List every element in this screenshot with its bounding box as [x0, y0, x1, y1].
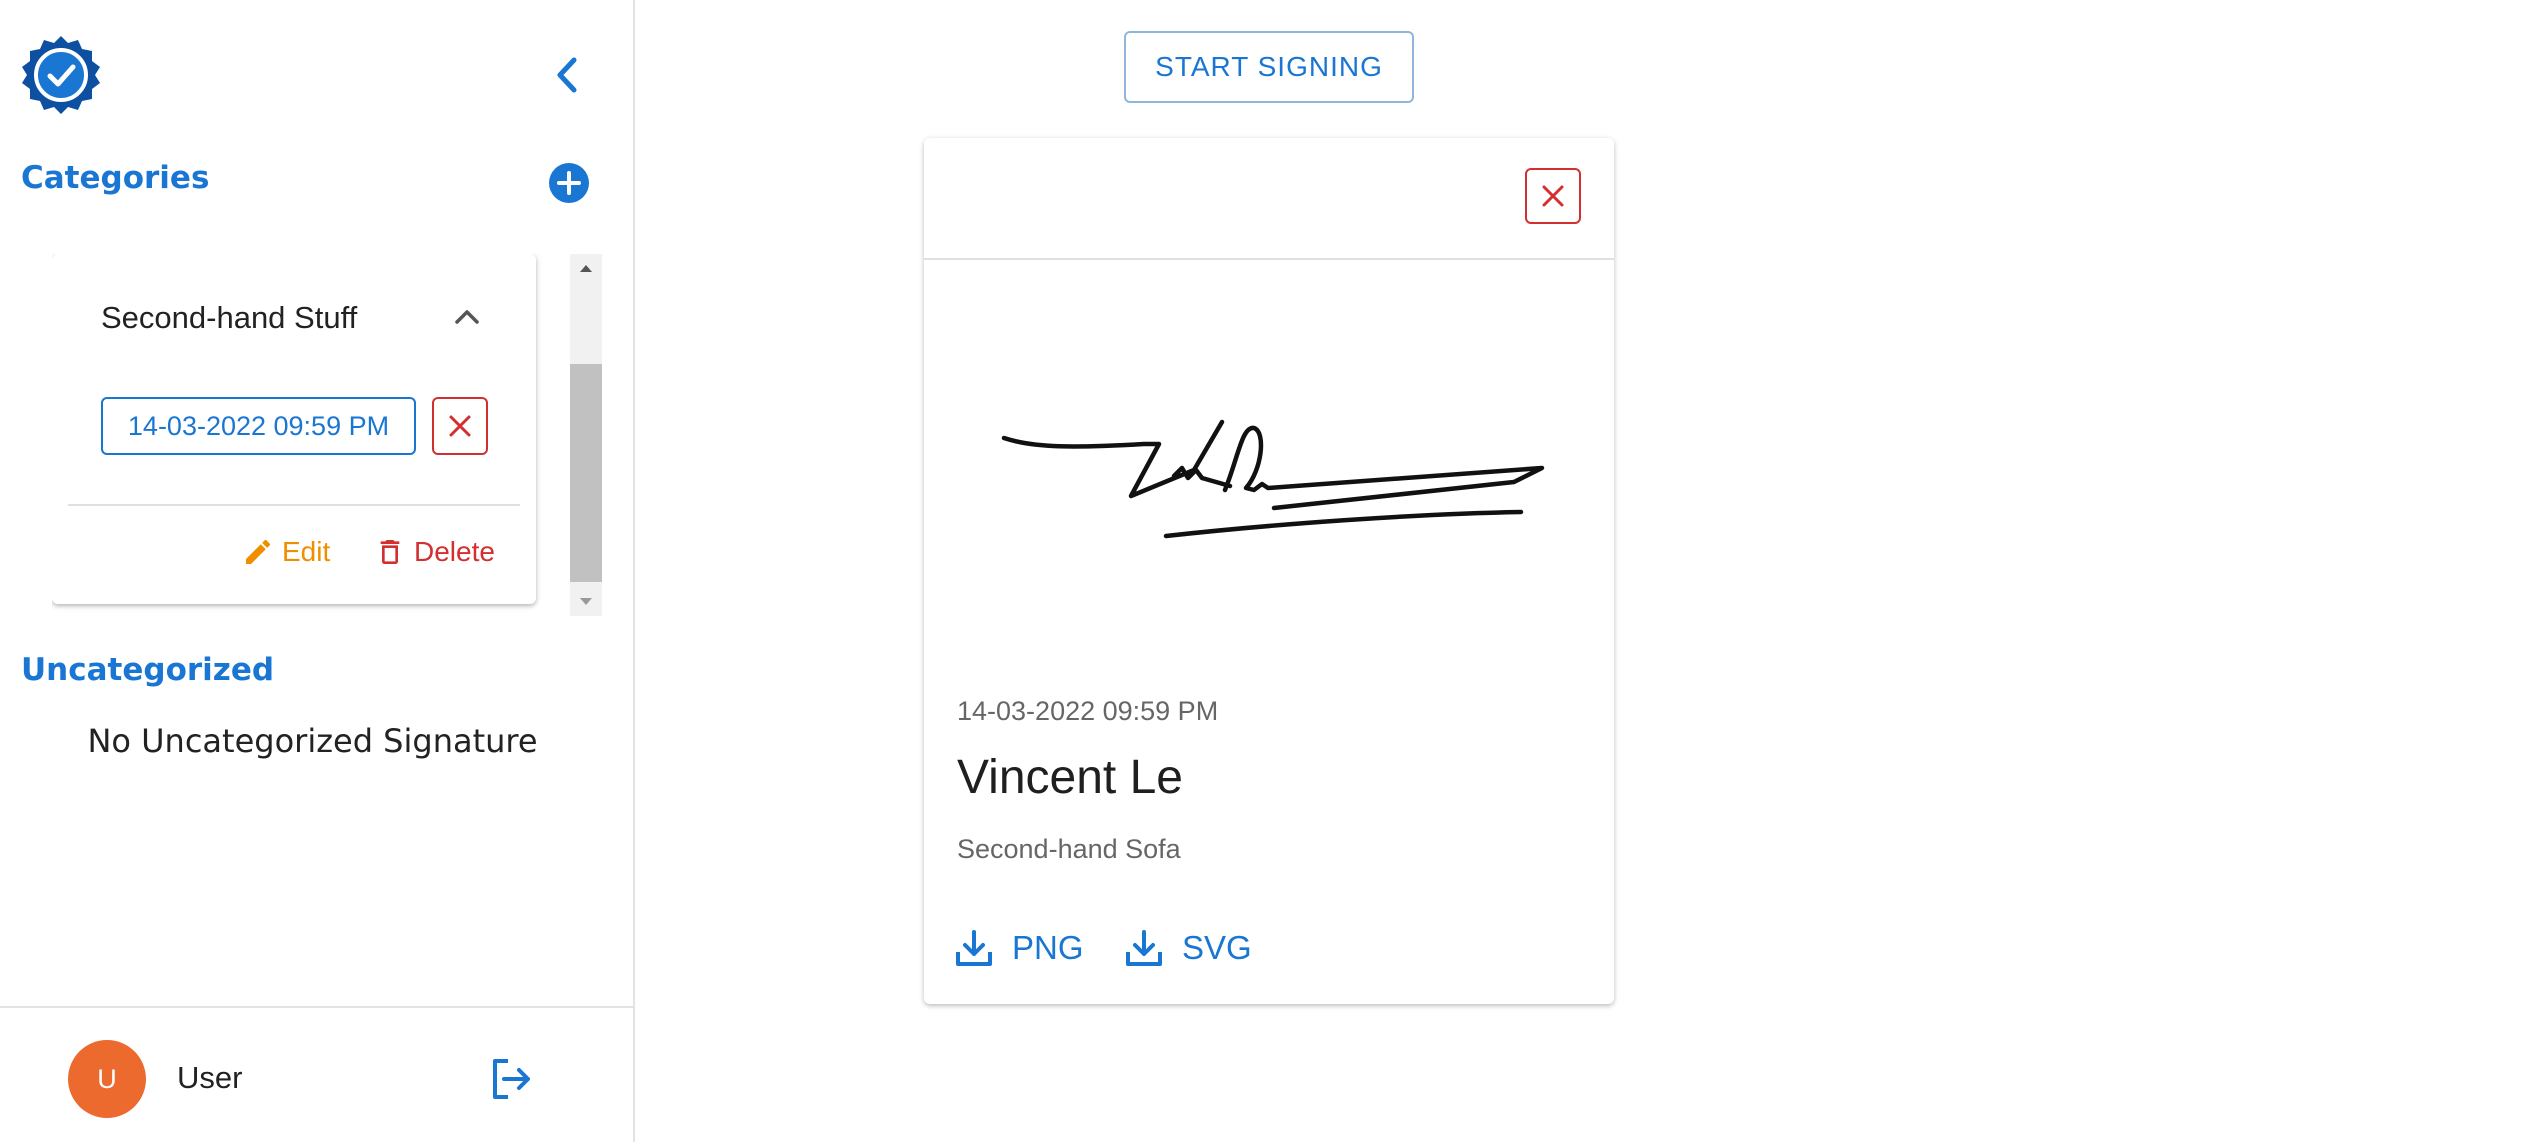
download-svg-label: SVG [1182, 929, 1252, 966]
edit-category-button[interactable]: Edit [242, 536, 330, 568]
download-icon [1126, 930, 1162, 966]
sidebar: Categories Second-hand Stuff 14-03-2022 … [0, 0, 635, 1142]
signature-card: 14-03-2022 09:59 PM Vincent Le Second-ha… [924, 138, 1614, 1004]
scroll-thumb[interactable] [570, 364, 602, 582]
chevron-up-icon[interactable] [450, 300, 484, 334]
delete-category-button[interactable]: Delete [374, 536, 495, 568]
trash-icon [380, 540, 400, 564]
download-png-button[interactable]: PNG [954, 928, 1084, 968]
chevron-left-icon[interactable] [548, 52, 584, 98]
logout-icon[interactable] [488, 1056, 534, 1102]
category-card: Second-hand Stuff 14-03-2022 09:59 PM Ed… [52, 254, 536, 604]
signature-category: Second-hand Sofa [957, 834, 1181, 864]
card-divider [924, 258, 1614, 260]
signature-image [1001, 419, 1545, 539]
verified-badge-icon [22, 36, 100, 114]
close-icon [1542, 185, 1564, 207]
add-category-button[interactable] [548, 162, 590, 204]
edit-label: Edit [282, 536, 331, 567]
signature-date: 14-03-2022 09:59 PM [957, 696, 1219, 726]
download-svg-button[interactable]: SVG [1124, 928, 1252, 968]
pencil-icon [246, 539, 271, 564]
category-name: Second-hand Stuff [101, 300, 358, 335]
footer-divider [0, 1006, 633, 1008]
remove-signature-button[interactable] [432, 397, 488, 455]
download-png-label: PNG [1012, 929, 1084, 966]
categories-scrollbar[interactable] [570, 254, 602, 616]
divider [68, 504, 520, 506]
start-signing-button[interactable]: START SIGNING [1124, 31, 1414, 103]
uncategorized-title: Uncategorized [21, 652, 275, 688]
close-icon [449, 415, 471, 437]
close-card-button[interactable] [1525, 168, 1581, 224]
categories-list: Second-hand Stuff 14-03-2022 09:59 PM Ed… [52, 254, 602, 616]
categories-title: Categories [21, 160, 210, 196]
scroll-down-arrow[interactable] [570, 588, 602, 616]
signature-chip[interactable]: 14-03-2022 09:59 PM [101, 397, 416, 455]
download-icon [956, 930, 992, 966]
uncategorized-empty-message: No Uncategorized Signature [87, 722, 538, 760]
avatar: U [68, 1040, 146, 1118]
delete-label: Delete [414, 536, 495, 567]
scroll-up-arrow[interactable] [570, 254, 602, 282]
username: User [177, 1060, 243, 1095]
signer-name: Vincent Le [957, 751, 1183, 804]
